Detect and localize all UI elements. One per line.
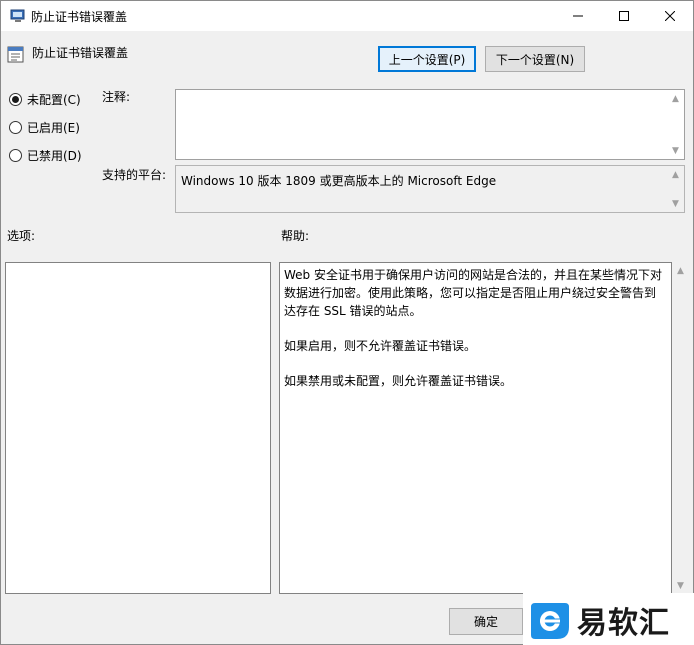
help-paragraph: 如果禁用或未配置，则允许覆盖证书错误。 bbox=[284, 374, 513, 388]
options-label: 选项: bbox=[7, 229, 36, 243]
policy-setting-icon bbox=[10, 9, 25, 22]
policy-page-icon bbox=[7, 46, 24, 63]
maximize-button[interactable] bbox=[601, 1, 647, 31]
platform-scrollbar[interactable]: ▲ ▼ bbox=[667, 166, 684, 212]
close-button[interactable] bbox=[647, 1, 693, 31]
minimize-button[interactable] bbox=[555, 1, 601, 31]
watermark-text: 易软汇 bbox=[577, 605, 670, 641]
supported-platform-field: Windows 10 版本 1809 或更高版本上的 Microsoft Edg… bbox=[175, 165, 685, 213]
comment-label: 注释: bbox=[102, 90, 131, 104]
radio-label: 未配置(C) bbox=[27, 92, 81, 107]
platform-value: Windows 10 版本 1809 或更高版本上的 Microsoft Edg… bbox=[181, 174, 497, 188]
scroll-down-icon[interactable]: ▼ bbox=[667, 195, 684, 212]
help-panel: Web 安全证书用于确保用户访问的网站是合法的，并且在某些情况下对数据进行加密。… bbox=[279, 262, 672, 594]
scroll-down-icon[interactable]: ▼ bbox=[667, 142, 684, 159]
help-paragraph: 如果启用，则不允许覆盖证书错误。 bbox=[284, 339, 477, 353]
scroll-up-icon[interactable]: ▲ bbox=[667, 90, 684, 107]
comment-scrollbar[interactable]: ▲ ▼ bbox=[667, 90, 684, 159]
radio-button-checked[interactable] bbox=[9, 92, 22, 106]
close-icon bbox=[665, 11, 675, 21]
help-scrollbar[interactable]: ▲ ▼ bbox=[672, 262, 689, 594]
policy-name: 防止证书错误覆盖 bbox=[32, 46, 129, 60]
help-label: 帮助: bbox=[281, 229, 310, 243]
maximize-icon bbox=[619, 11, 629, 21]
scroll-up-icon[interactable]: ▲ bbox=[667, 166, 684, 183]
radio-not-configured[interactable]: 未配置(C) bbox=[9, 90, 81, 108]
help-paragraph: Web 安全证书用于确保用户访问的网站是合法的，并且在某些情况下对数据进行加密。… bbox=[284, 268, 662, 318]
radio-button[interactable] bbox=[9, 120, 22, 134]
radio-button[interactable] bbox=[9, 148, 22, 162]
radio-enabled[interactable]: 已启用(E) bbox=[9, 118, 80, 136]
scroll-up-icon[interactable]: ▲ bbox=[672, 262, 689, 279]
ok-button[interactable]: 确定 bbox=[449, 608, 523, 635]
help-text: Web 安全证书用于确保用户访问的网站是合法的，并且在某些情况下对数据进行加密。… bbox=[284, 266, 666, 407]
radio-disabled[interactable]: 已禁用(D) bbox=[9, 146, 82, 164]
radio-label: 已禁用(D) bbox=[27, 148, 82, 163]
watermark: 易软汇 bbox=[523, 593, 694, 645]
platform-label: 支持的平台: bbox=[102, 168, 167, 182]
scroll-down-icon[interactable]: ▼ bbox=[672, 577, 689, 594]
title-bar[interactable]: 防止证书错误覆盖 bbox=[1, 1, 693, 31]
radio-label: 已启用(E) bbox=[27, 120, 80, 135]
policy-dialog: 防止证书错误覆盖 防止证书错误覆盖 上一个设置(P) 下一个设置(N) 未配置(… bbox=[0, 0, 694, 645]
previous-setting-button[interactable]: 上一个设置(P) bbox=[378, 46, 476, 72]
next-setting-button[interactable]: 下一个设置(N) bbox=[485, 46, 585, 72]
minimize-icon bbox=[573, 15, 583, 17]
window-title: 防止证书错误覆盖 bbox=[31, 10, 128, 24]
brand-logo-icon bbox=[531, 602, 569, 639]
comment-field[interactable]: ▲ ▼ bbox=[175, 89, 685, 160]
options-panel bbox=[5, 262, 271, 594]
